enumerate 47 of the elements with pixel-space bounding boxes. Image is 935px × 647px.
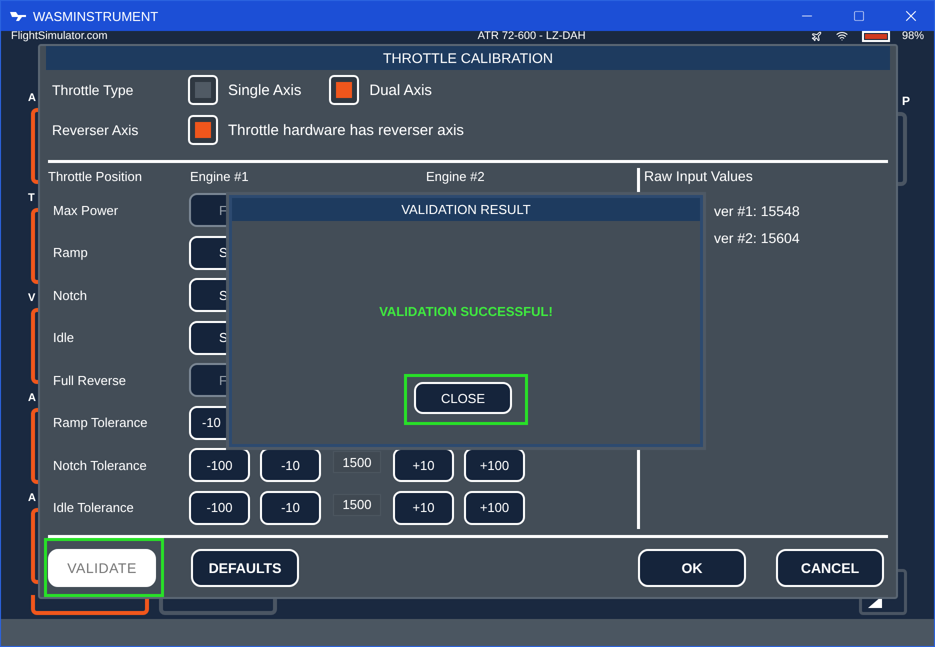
step-button[interactable]: -100	[189, 448, 250, 482]
success-message: VALIDATION SUCCESSFUL!	[379, 304, 553, 319]
raw-value: ver #1: 15548	[714, 202, 800, 220]
step-button[interactable]: +100	[464, 448, 525, 482]
option-label: Throttle hardware has reverser axis	[228, 122, 464, 138]
battery-level: 98%	[902, 30, 924, 42]
step-button[interactable]: -10	[260, 448, 321, 482]
row-label: Full Reverse	[53, 372, 127, 388]
section-label: A	[28, 92, 36, 104]
section-label: P	[902, 94, 910, 108]
row-label: Ramp Tolerance	[53, 415, 148, 430]
row-label: Throttle Type	[52, 82, 134, 98]
row-label: Idle	[53, 330, 75, 346]
close-button[interactable]: CLOSE	[414, 382, 512, 414]
aircraft-name: ATR 72-600 - LZ-DAH	[476, 30, 587, 42]
dialog-button[interactable]: DEFAULTS	[191, 548, 299, 586]
row-label: Notch Tolerance	[53, 458, 148, 473]
raw-value: ver #2: 15604	[714, 228, 800, 248]
row-label: Idle Tolerance	[53, 500, 135, 516]
row-label: Reverser Axis	[52, 122, 140, 138]
dialog-title: THROTTLE CALIBRATION	[382, 50, 554, 66]
step-button[interactable]: -10	[260, 490, 321, 525]
column-header: Engine #2	[426, 168, 486, 184]
dialog-button[interactable]: CANCEL	[776, 548, 884, 586]
section-label: T	[28, 192, 35, 204]
step-button[interactable]: -100	[189, 490, 250, 525]
section-label: A	[28, 492, 36, 504]
tolerance-value: 1500	[333, 451, 381, 474]
column-header: Engine #1	[190, 168, 250, 184]
section-label: A	[28, 392, 36, 404]
step-button[interactable]: +10	[393, 448, 454, 482]
row-label: Ramp	[53, 245, 89, 260]
dialog-title: VALIDATION RESULT	[401, 202, 531, 217]
window-title: WASMINSTRUMENT	[33, 8, 160, 24]
site-name: FlightSimulator.com	[11, 30, 108, 42]
section-label: V	[28, 292, 36, 304]
option-label: Dual Axis	[369, 82, 432, 98]
column-header: Throttle Position	[48, 168, 143, 184]
step-button[interactable]: +10	[393, 490, 454, 525]
row-label: Notch	[53, 288, 88, 303]
validate-button[interactable]: VALIDATE	[48, 549, 156, 587]
step-button[interactable]: +100	[464, 490, 525, 525]
option-label: Single Axis	[228, 82, 302, 98]
column-header: Raw Input Values	[644, 167, 754, 186]
row-label: Max Power	[53, 202, 120, 218]
tolerance-value: 1500	[333, 494, 381, 516]
dialog-button[interactable]: OK	[638, 548, 746, 586]
